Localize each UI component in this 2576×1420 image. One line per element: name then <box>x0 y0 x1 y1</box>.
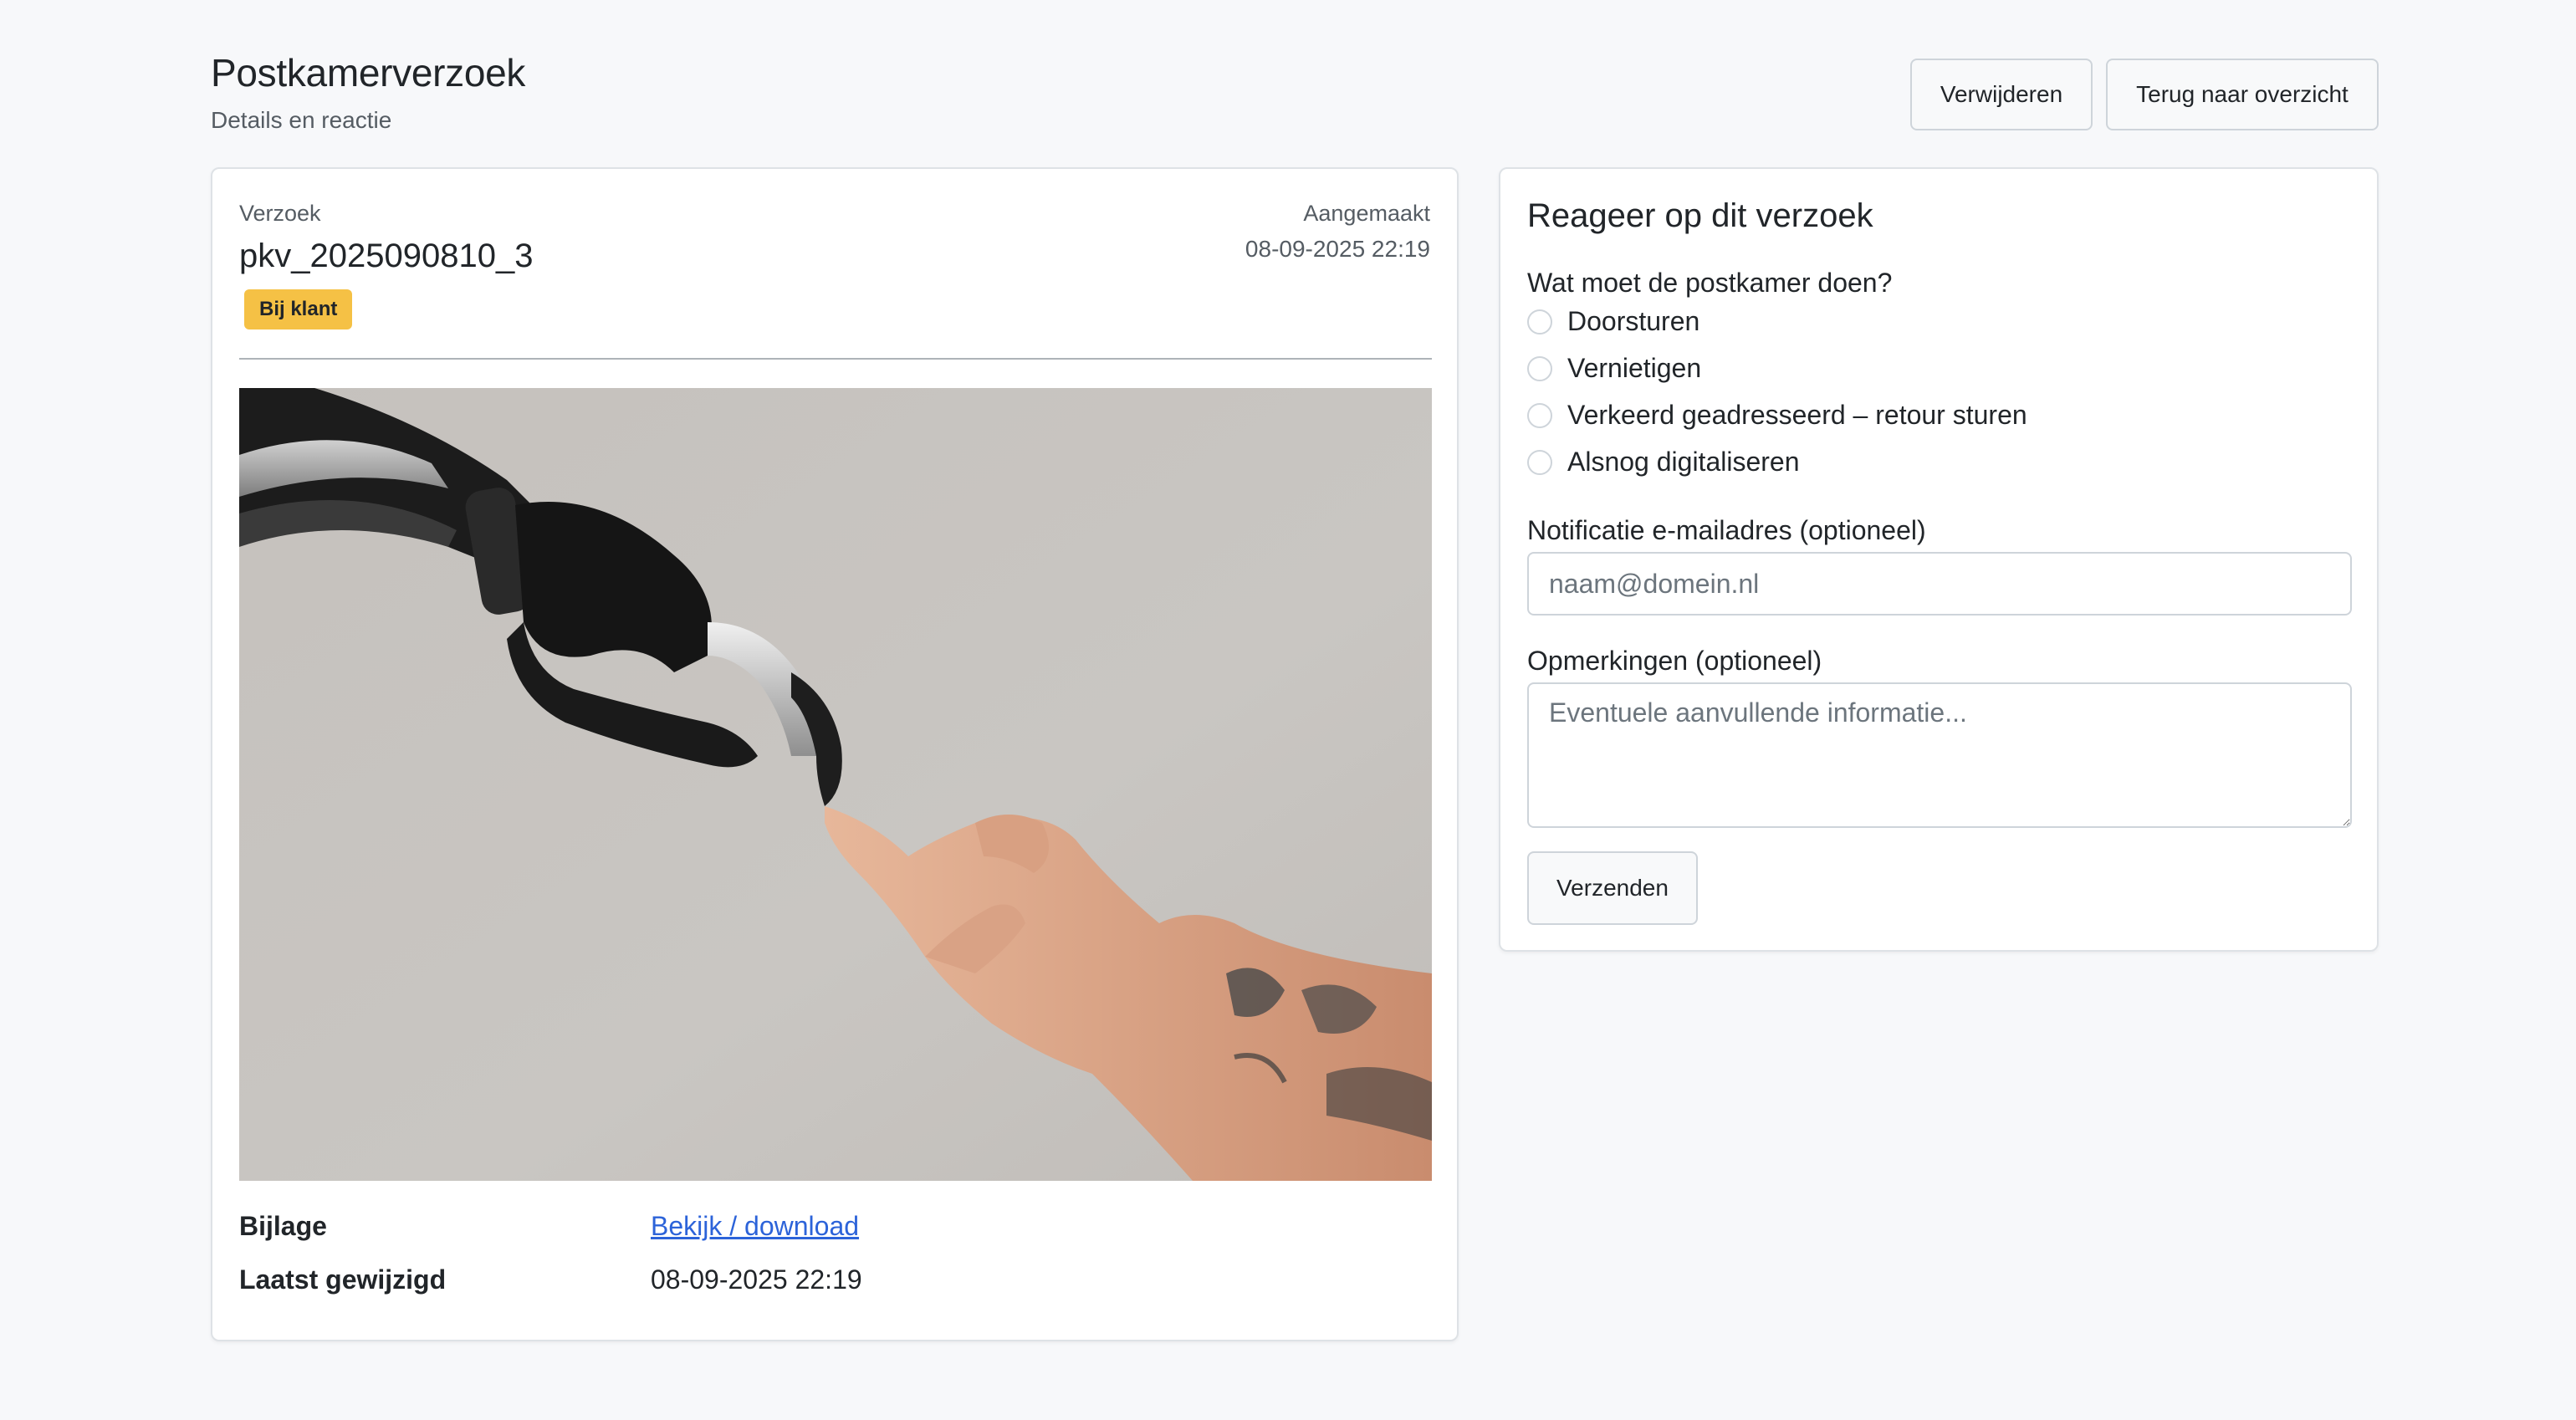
created-label: Aangemaakt <box>1303 201 1430 226</box>
email-field[interactable] <box>1527 552 2352 616</box>
delete-button[interactable]: Verwijderen <box>1910 59 2093 130</box>
radio-button[interactable] <box>1527 449 1552 475</box>
robot-human-hand-illustration <box>239 388 1432 1181</box>
response-form-card: Reageer op dit verzoek Wat moet de postk… <box>1499 167 2379 952</box>
radio-button[interactable] <box>1527 402 1552 428</box>
notes-field-label: Opmerkingen (optioneel) <box>1527 646 1822 676</box>
attachment-download-link[interactable]: Bekijk / download <box>651 1211 859 1242</box>
option-label: Verkeerd geadresseerd – retour sturen <box>1567 400 2027 430</box>
notes-textarea[interactable] <box>1527 682 2352 828</box>
submit-button[interactable]: Verzenden <box>1527 851 1698 925</box>
request-id: pkv_2025090810_3 <box>239 238 534 274</box>
modified-label: Laatst gewijzigd <box>239 1264 447 1295</box>
page-subtitle: Details en reactie <box>211 107 392 133</box>
option-label: Vernietigen <box>1567 353 1702 383</box>
option-vernietigen[interactable]: Vernietigen <box>1527 353 1701 384</box>
modified-value: 08-09-2025 22:19 <box>651 1264 862 1295</box>
back-to-overview-button[interactable]: Terug naar overzicht <box>2106 59 2379 130</box>
option-retour-sturen[interactable]: Verkeerd geadresseerd – retour sturen <box>1527 400 2027 431</box>
status-badge: Bij klant <box>244 289 353 329</box>
attachment-label: Bijlage <box>239 1211 327 1241</box>
form-title: Reageer op dit verzoek <box>1527 197 1873 234</box>
created-value: 08-09-2025 22:19 <box>1245 236 1430 262</box>
option-label: Doorsturen <box>1567 306 1700 336</box>
request-label: Verzoek <box>239 201 321 226</box>
radio-button[interactable] <box>1527 355 1552 381</box>
radio-button[interactable] <box>1527 309 1552 335</box>
attachment-preview-image <box>239 388 1432 1181</box>
page-title: Postkamerverzoek <box>211 51 526 94</box>
option-alsnog-digitaliseren[interactable]: Alsnog digitaliseren <box>1527 447 1800 478</box>
option-doorsturen[interactable]: Doorsturen <box>1527 306 1699 337</box>
request-details-card: Verzoek pkv_2025090810_3 Bij klant Aange… <box>211 167 1459 1341</box>
page: Postkamerverzoek Details en reactie Verw… <box>0 0 2576 1420</box>
action-question-label: Wat moet de postkamer doen? <box>1527 268 1893 298</box>
divider <box>239 358 1432 360</box>
email-field-label: Notificatie e-mailadres (optioneel) <box>1527 515 1926 545</box>
option-label: Alsnog digitaliseren <box>1567 447 1800 477</box>
